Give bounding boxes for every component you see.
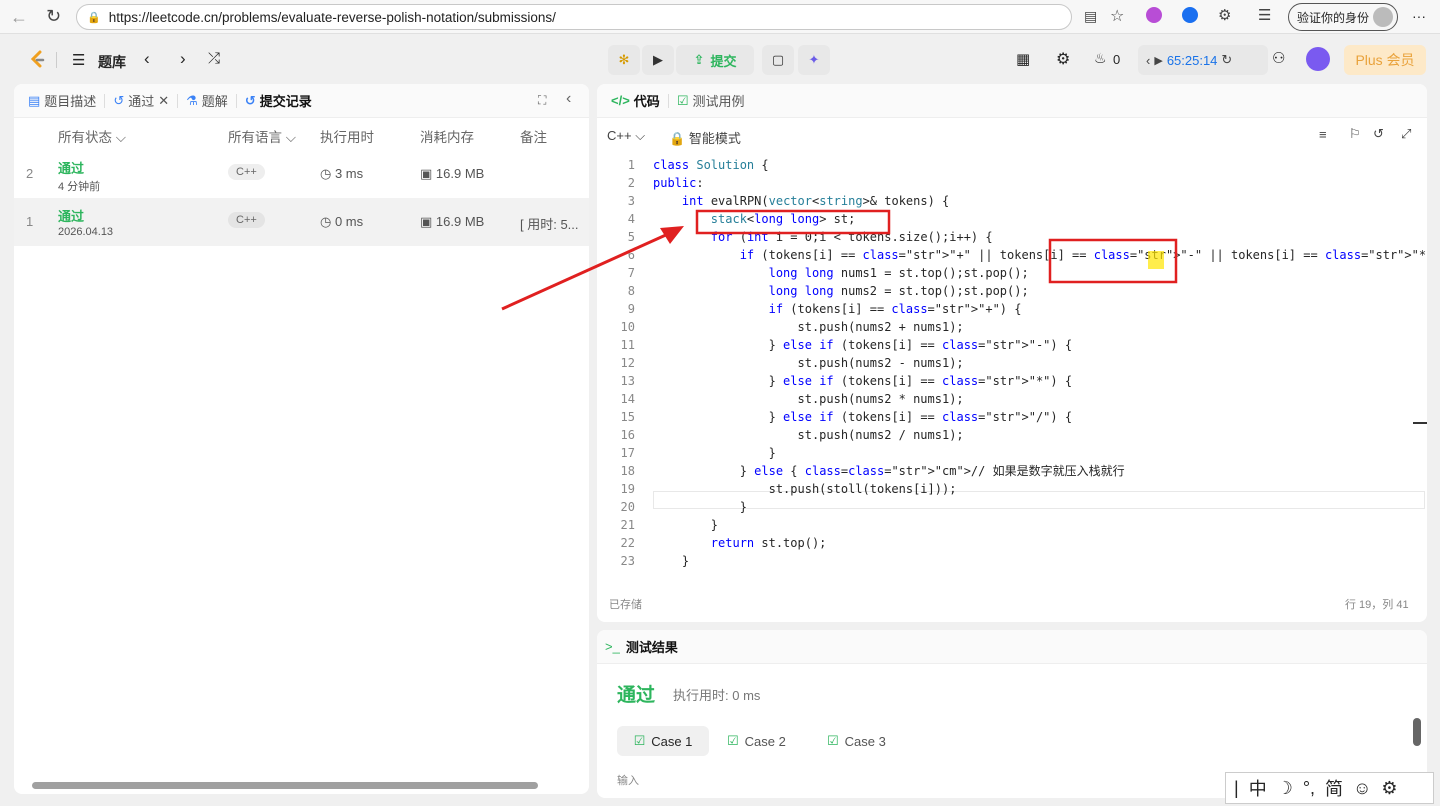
yellow-mark — [1148, 251, 1164, 269]
arrow-line — [501, 232, 669, 311]
annotation-overlay — [501, 209, 1178, 311]
highlight-box-stack — [695, 209, 891, 235]
